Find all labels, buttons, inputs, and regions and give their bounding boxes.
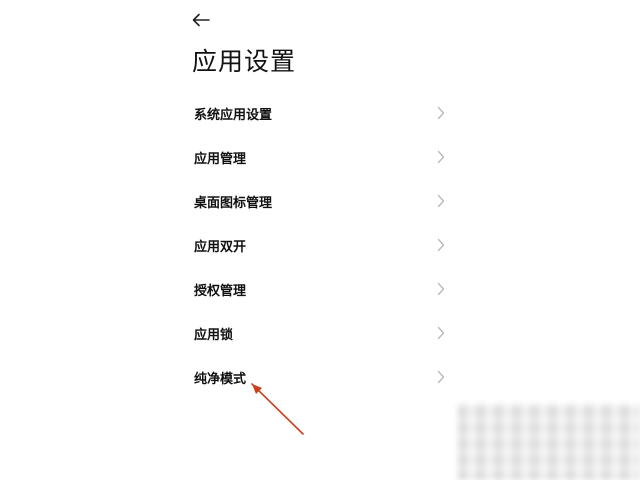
settings-item-label: 授权管理: [194, 283, 247, 299]
app-settings-screen: 应用设置 系统应用设置 应用管理 桌面图标管理 应用双开 授权管理 应用锁 纯净…: [0, 0, 640, 480]
arrow-left-icon: [192, 13, 210, 27]
settings-item-label: 纯净模式: [194, 371, 247, 387]
page-title: 应用设置: [192, 47, 297, 76]
settings-item-label: 应用管理: [194, 151, 247, 167]
settings-list: 系统应用设置 应用管理 桌面图标管理 应用双开 授权管理 应用锁 纯净模式: [180, 91, 460, 399]
chevron-right-icon: [437, 194, 445, 208]
blurred-watermark: [458, 404, 640, 480]
chevron-right-icon: [437, 326, 445, 340]
chevron-right-icon: [437, 282, 445, 296]
settings-item-label: 应用锁: [194, 327, 234, 343]
chevron-right-icon: [437, 150, 445, 164]
settings-item-desktop-icon-management[interactable]: 桌面图标管理: [180, 179, 460, 223]
settings-item-app-management[interactable]: 应用管理: [180, 135, 460, 179]
settings-item-system-app-settings[interactable]: 系统应用设置: [180, 91, 460, 135]
chevron-right-icon: [437, 106, 445, 120]
settings-item-permission-management[interactable]: 授权管理: [180, 267, 460, 311]
settings-item-label: 系统应用设置: [194, 107, 273, 123]
settings-item-label: 桌面图标管理: [194, 195, 273, 211]
chevron-right-icon: [437, 370, 445, 384]
settings-item-dual-apps[interactable]: 应用双开: [180, 223, 460, 267]
settings-item-pure-mode[interactable]: 纯净模式: [180, 355, 460, 399]
settings-item-app-lock[interactable]: 应用锁: [180, 311, 460, 355]
chevron-right-icon: [437, 238, 445, 252]
back-button[interactable]: [186, 6, 216, 34]
settings-item-label: 应用双开: [194, 239, 247, 255]
